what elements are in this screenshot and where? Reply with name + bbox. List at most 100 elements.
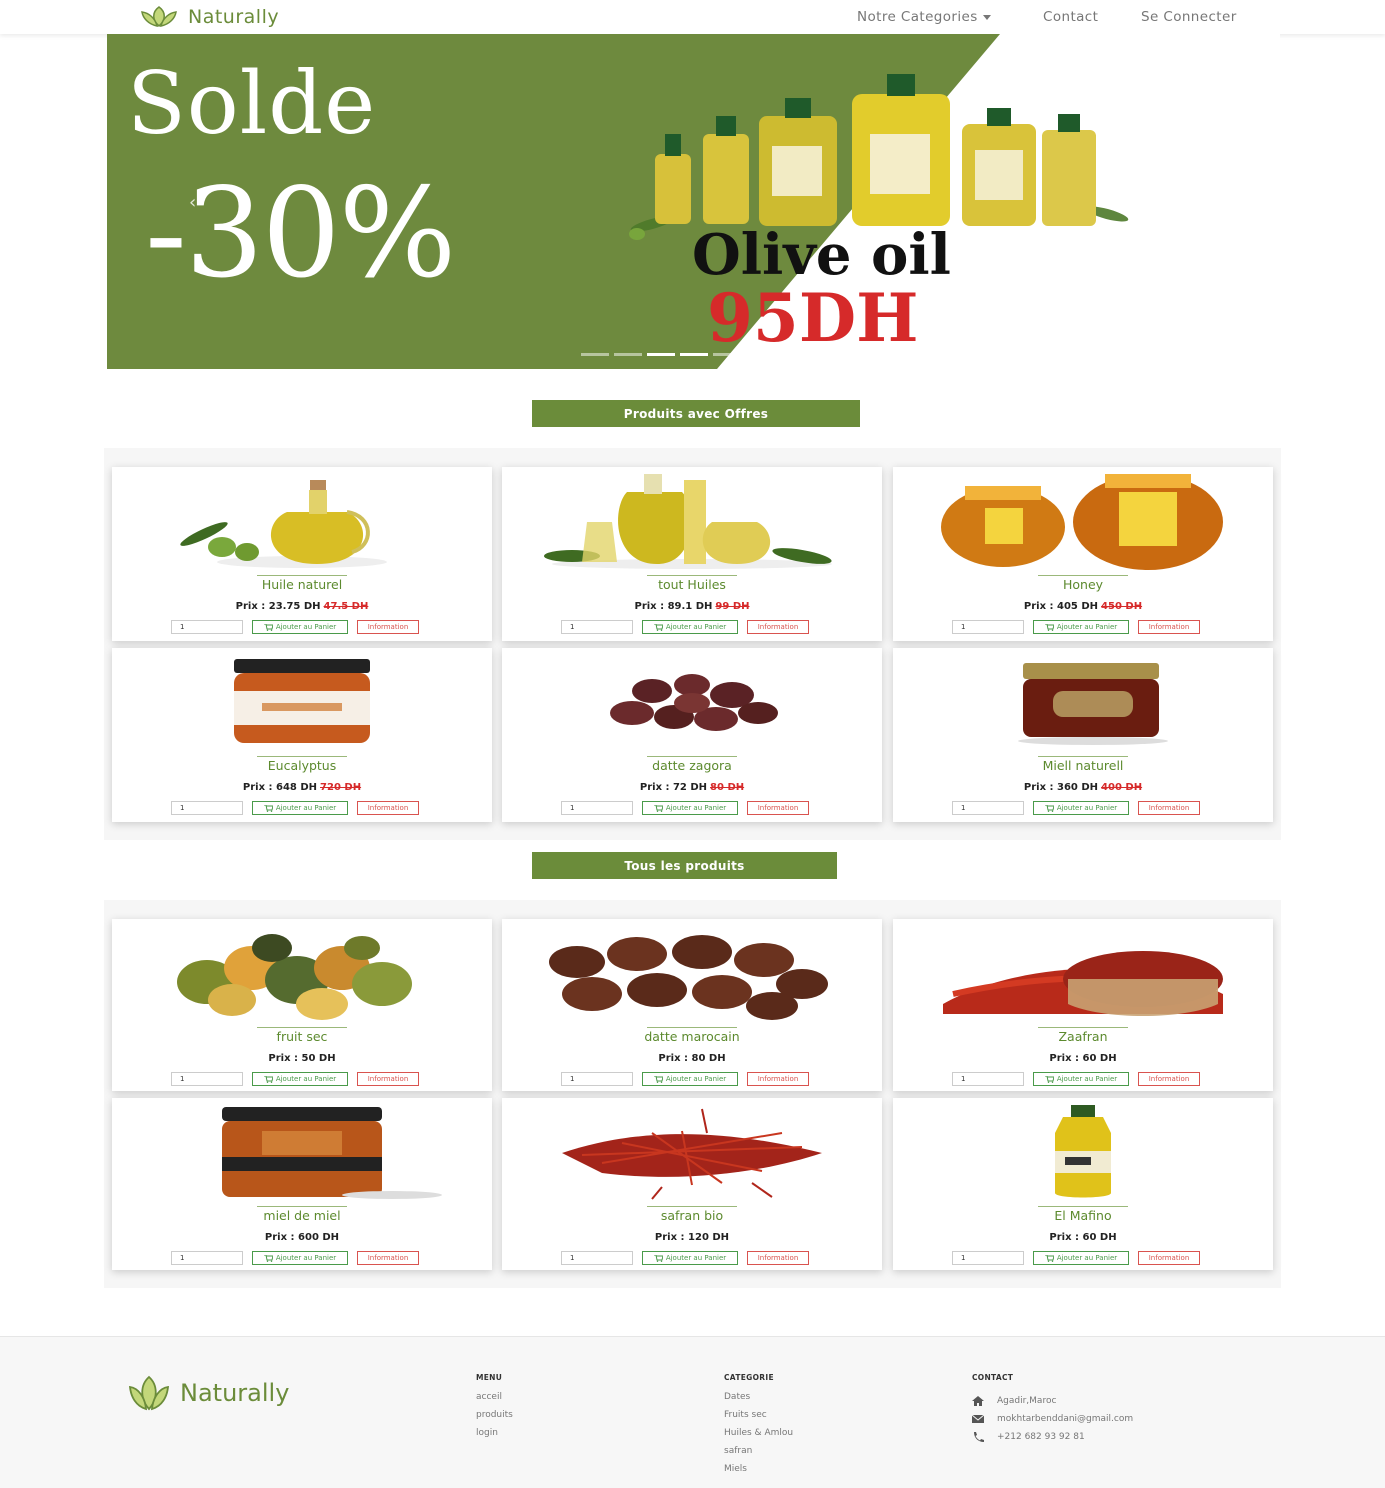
cart-icon <box>1044 1254 1054 1262</box>
product-name[interactable]: datte marocain <box>502 1029 882 1044</box>
name-divider <box>257 756 347 757</box>
carousel-indicator[interactable] <box>713 353 741 356</box>
product-image[interactable] <box>893 1103 1273 1203</box>
product-card: Miell naturell Prix : 360 DH 400 DH 1 Ajoute… <box>893 648 1273 822</box>
footer-categorie-item[interactable]: Huiles & Amlou <box>724 1428 793 1446</box>
footer-email-text[interactable]: mokhtarbenddani@gmail.com <box>997 1414 1133 1424</box>
add-to-cart-button[interactable]: Ajouter au Panier <box>252 801 348 815</box>
product-image[interactable] <box>893 472 1273 572</box>
footer-menu-item[interactable]: produits <box>476 1410 513 1428</box>
product-name[interactable]: miel de miel <box>112 1208 492 1223</box>
footer-categorie-item[interactable]: Fruits sec <box>724 1410 793 1428</box>
information-button[interactable]: Information <box>747 801 809 815</box>
add-to-cart-button[interactable]: Ajouter au Panier <box>1033 801 1129 815</box>
product-card: El Mafino Prix : 60 DH 1 Ajouter au Panier I… <box>893 1098 1273 1270</box>
footer-categorie-item[interactable]: safran <box>724 1446 793 1464</box>
information-button[interactable]: Information <box>357 1251 419 1265</box>
product-image[interactable] <box>112 1103 492 1203</box>
product-name[interactable]: Miell naturell <box>893 758 1273 773</box>
product-name[interactable]: safran bio <box>502 1208 882 1223</box>
quantity-input[interactable]: 1 <box>171 1251 243 1265</box>
information-button[interactable]: Information <box>747 1072 809 1086</box>
product-name[interactable]: fruit sec <box>112 1029 492 1044</box>
quantity-input[interactable]: 1 <box>561 1251 633 1265</box>
footer-categorie-item[interactable]: Miels <box>724 1464 793 1482</box>
price-current: Prix : 80 DH <box>658 1053 726 1064</box>
name-divider <box>647 575 737 576</box>
add-to-cart-button[interactable]: Ajouter au Panier <box>1033 620 1129 634</box>
product-name[interactable]: Eucalyptus <box>112 758 492 773</box>
footer-phone: +212 682 93 92 81 <box>972 1428 1133 1446</box>
product-image[interactable] <box>502 472 882 572</box>
brand-link[interactable]: Naturally <box>138 4 279 30</box>
add-to-cart-button[interactable]: Ajouter au Panier <box>642 1251 738 1265</box>
cart-icon <box>263 804 273 812</box>
product-image[interactable] <box>893 653 1273 753</box>
product-image[interactable] <box>112 472 492 572</box>
name-divider <box>257 575 347 576</box>
add-to-cart-button[interactable]: Ajouter au Panier <box>642 1072 738 1086</box>
quantity-input[interactable]: 1 <box>952 620 1024 634</box>
carousel-indicator[interactable] <box>614 353 642 356</box>
add-to-cart-button[interactable]: Ajouter au Panier <box>642 801 738 815</box>
carousel-indicator[interactable] <box>581 353 609 356</box>
product-price: Prix : 405 DH 450 DH <box>893 601 1273 612</box>
product-name[interactable]: tout Huiles <box>502 577 882 592</box>
product-image[interactable] <box>502 1103 882 1203</box>
product-name[interactable]: El Mafino <box>893 1208 1273 1223</box>
footer-categorie-item[interactable]: Dates <box>724 1392 793 1410</box>
product-name[interactable]: datte zagora <box>502 758 882 773</box>
information-button[interactable]: Information <box>1138 801 1200 815</box>
add-to-cart-button[interactable]: Ajouter au Panier <box>642 620 738 634</box>
quantity-input[interactable]: 1 <box>171 1072 243 1086</box>
information-button[interactable]: Information <box>357 620 419 634</box>
nav-categories-label: Notre Categories <box>857 9 978 25</box>
quantity-input[interactable]: 1 <box>561 801 633 815</box>
add-to-cart-button[interactable]: Ajouter au Panier <box>1033 1072 1129 1086</box>
product-image[interactable] <box>112 924 492 1024</box>
product-image[interactable] <box>502 924 882 1024</box>
footer-email: mokhtarbenddani@gmail.com <box>972 1410 1133 1428</box>
all-products-section-title: Tous les produits <box>532 852 837 879</box>
quantity-input[interactable]: 1 <box>952 801 1024 815</box>
name-divider <box>647 756 737 757</box>
information-button[interactable]: Information <box>357 1072 419 1086</box>
cart-icon <box>653 623 663 631</box>
product-image[interactable] <box>893 924 1273 1024</box>
product-image[interactable] <box>112 653 492 753</box>
price-old: 720 DH <box>320 782 362 793</box>
add-to-cart-button[interactable]: Ajouter au Panier <box>252 1251 348 1265</box>
information-button[interactable]: Information <box>747 1251 809 1265</box>
product-price: Prix : 360 DH 400 DH <box>893 782 1273 793</box>
carousel-indicator[interactable] <box>680 353 708 356</box>
nav-contact-link[interactable]: Contact <box>1043 9 1098 25</box>
product-name[interactable]: Huile naturel <box>112 577 492 592</box>
add-to-cart-button[interactable]: Ajouter au Panier <box>252 1072 348 1086</box>
add-to-cart-button[interactable]: Ajouter au Panier <box>252 620 348 634</box>
footer: Naturally MENU acceil produits login CAT… <box>0 1336 1385 1488</box>
quantity-input[interactable]: 1 <box>952 1251 1024 1265</box>
information-button[interactable]: Information <box>747 620 809 634</box>
quantity-input[interactable]: 1 <box>952 1072 1024 1086</box>
quantity-input[interactable]: 1 <box>171 620 243 634</box>
nav-categories-dropdown[interactable]: Notre Categories <box>857 9 991 25</box>
product-name[interactable]: Honey <box>893 577 1273 592</box>
information-button[interactable]: Information <box>1138 1251 1200 1265</box>
quantity-input[interactable]: 1 <box>561 620 633 634</box>
carousel-prev-button[interactable]: ‹ <box>189 192 196 213</box>
nav-login-link[interactable]: Se Connecter <box>1141 9 1237 25</box>
footer-menu-item[interactable]: login <box>476 1428 513 1446</box>
add-to-cart-button[interactable]: Ajouter au Panier <box>1033 1251 1129 1265</box>
hero-discount-text: -30% <box>145 162 457 306</box>
footer-menu-item[interactable]: acceil <box>476 1392 513 1410</box>
product-name[interactable]: Zaafran <box>893 1029 1273 1044</box>
information-button[interactable]: Information <box>1138 1072 1200 1086</box>
price-old: 450 DH <box>1101 601 1143 612</box>
name-divider <box>1038 1027 1128 1028</box>
quantity-input[interactable]: 1 <box>171 801 243 815</box>
product-image[interactable] <box>502 653 882 753</box>
information-button[interactable]: Information <box>1138 620 1200 634</box>
quantity-input[interactable]: 1 <box>561 1072 633 1086</box>
information-button[interactable]: Information <box>357 801 419 815</box>
carousel-indicator[interactable] <box>647 353 675 356</box>
